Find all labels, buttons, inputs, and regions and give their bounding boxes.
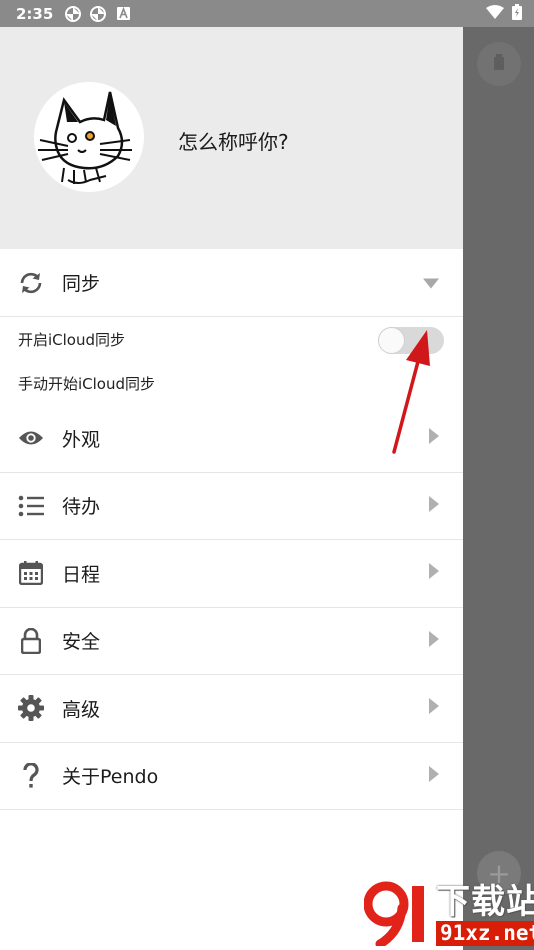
watermark: 下载站 91xz.net <box>364 880 534 946</box>
question-icon <box>18 762 44 789</box>
eye-icon <box>18 425 44 451</box>
font-a-icon <box>115 6 131 22</box>
lock-icon <box>18 627 44 654</box>
menu-item-sync[interactable]: 同步 <box>0 249 463 317</box>
chevron-right-icon <box>429 698 439 718</box>
battery-icon <box>512 3 522 24</box>
watermark-title: 下载站 <box>436 882 534 922</box>
list-icon <box>18 493 44 519</box>
menu-item-label: 外观 <box>62 428 101 451</box>
pinwheel-icon <box>65 5 82 22</box>
gear-icon <box>18 695 44 722</box>
drawer-header: 怎么称呼你? <box>0 27 463 249</box>
scrim-overlay[interactable] <box>463 27 534 950</box>
pinwheel-icon <box>90 5 107 22</box>
menu-item-about[interactable]: 关于Pendo <box>0 743 463 810</box>
menu-item-label: 同步 <box>62 273 101 295</box>
avatar[interactable] <box>34 82 144 192</box>
chevron-right-icon <box>429 563 439 583</box>
manual-icloud-sync-label: 手动开始iCloud同步 <box>18 374 156 393</box>
trash-icon <box>493 54 505 74</box>
calendar-icon <box>18 560 44 586</box>
cat-avatar-icon <box>38 91 132 184</box>
chevron-right-icon <box>429 765 439 786</box>
menu-item-label: 关于Pendo <box>62 766 159 789</box>
caret-down-icon[interactable] <box>423 273 439 292</box>
enable-icloud-sync-label: 开启iCloud同步 <box>18 330 126 349</box>
status-bar: 2:35 <box>0 0 534 27</box>
chevron-right-icon <box>429 630 439 651</box>
menu-item-schedule[interactable]: 日程 <box>0 540 463 608</box>
sync-icon <box>18 270 44 296</box>
menu-item-label: 日程 <box>62 563 101 586</box>
watermark-url: 91xz.net <box>436 921 534 946</box>
menu-item-label: 待办 <box>62 496 101 519</box>
menu-item-todo[interactable]: 待办 <box>0 473 463 540</box>
menu-item-label: 安全 <box>62 631 101 654</box>
navigation-drawer: 怎么称呼你? 同步 开启iCloud同步 手动开始iCloud同步 外观 待办 <box>0 27 463 950</box>
status-time: 2:35 <box>16 4 54 23</box>
chevron-right-icon <box>429 495 439 516</box>
trash-button <box>477 42 521 86</box>
watermark-logo-icon <box>364 881 424 946</box>
wifi-icon <box>486 4 504 23</box>
menu-item-security[interactable]: 安全 <box>0 608 463 675</box>
menu-item-advanced[interactable]: 高级 <box>0 675 463 743</box>
annotation-arrow-icon <box>392 330 430 454</box>
user-name[interactable]: 怎么称呼你? <box>178 126 289 155</box>
menu-item-label: 高级 <box>62 698 101 721</box>
